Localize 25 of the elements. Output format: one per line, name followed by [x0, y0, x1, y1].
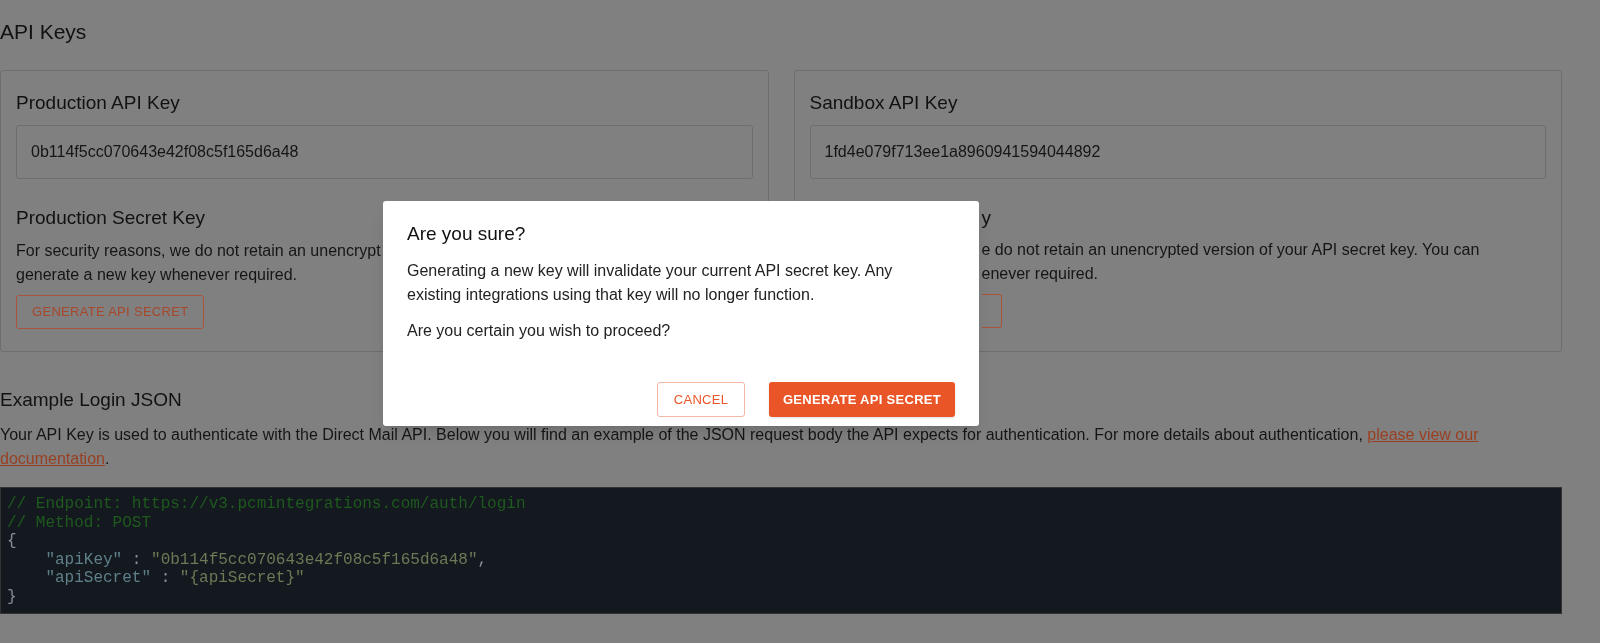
code-line: // Endpoint: https://v3.pcmintegrations.com/auth/login	[7, 495, 527, 514]
api-key-field[interactable]: 1fd4e079f713ee1a8960941594044892	[809, 125, 1546, 179]
code-line: "apiSecret" : "{apiSecret}"	[44, 569, 306, 588]
page-title: API Keys	[0, 20, 87, 43]
code-line: "apiKey" : "0b114f5cc070643e42f08c5f165d6a48",	[44, 550, 489, 569]
confirm-button[interactable]: GENERATE API SECRET	[769, 382, 955, 417]
dialog-text: Are you certain you wish to proceed?	[407, 321, 672, 341]
code-line: }	[7, 587, 18, 606]
generate-secret-button[interactable]	[981, 294, 1002, 328]
card-title: Sandbox API Key	[809, 91, 959, 115]
section-title: y	[981, 207, 991, 228]
description-line: For security reasons, we do not retain an unencrypt	[16, 241, 381, 261]
dialog-text: Generating a new key will invalidate your current API secret key. Any existing integrations using that key will no longer function.	[407, 261, 894, 305]
description-line: e do not retain an unencrypted version of your API secret key. You can	[981, 240, 1480, 260]
description-paragraph: Your API Key is used to authenticate with the Direct Mail API. Below you will find an example of the JSON request body the API expects for authentication. For more details about authentication, please view our documentation.	[0, 425, 1480, 469]
section-title: Example Login JSON	[0, 389, 182, 410]
description-line: enever required.	[981, 264, 1098, 284]
section-title: Production Secret Key	[16, 207, 206, 228]
code-line: {	[7, 532, 18, 551]
description-line: generate a new key whenever required.	[16, 265, 298, 285]
api-key-field[interactable]: 0b114f5cc070643e42f08c5f165d6a48	[16, 125, 753, 179]
code-line: // Method: POST	[7, 513, 153, 532]
dialog-title: Are you sure?	[407, 223, 526, 244]
cancel-button[interactable]: CANCEL	[657, 382, 745, 417]
card-title: Production API Key	[16, 91, 181, 115]
